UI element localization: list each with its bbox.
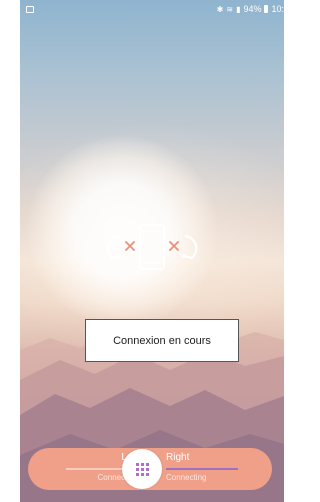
right-device-status: Connecting <box>166 473 207 482</box>
phone-icon <box>139 224 165 270</box>
status-bar: ✱ ≋ ▮ 94% 10: <box>20 0 284 18</box>
right-device-panel[interactable]: Right Connecting <box>166 452 256 486</box>
signal-icon: ▮ <box>236 4 241 14</box>
hearing-aid-left-icon <box>106 234 122 260</box>
app-screen: ✱ ≋ ▮ 94% 10: Connexion en cours Connect… <box>20 0 284 502</box>
notification-image-icon <box>26 5 34 13</box>
x-icon <box>125 241 135 251</box>
x-icon <box>169 241 179 251</box>
status-time: 10: <box>271 4 284 14</box>
right-track-fill <box>166 468 238 470</box>
toast-message: Connexion en cours <box>113 334 211 347</box>
menu-button[interactable] <box>122 449 162 489</box>
wifi-icon: ≋ <box>226 4 234 14</box>
connection-graphic <box>106 224 198 270</box>
battery-icon <box>264 5 269 13</box>
right-device-label: Right <box>166 452 190 463</box>
right-connection-track <box>166 468 238 470</box>
hearing-aid-right-icon <box>182 234 198 260</box>
connection-status-toast: Connexion en cours <box>85 319 239 362</box>
battery-percent: 94% <box>243 4 262 14</box>
grid-icon <box>135 462 149 476</box>
bluetooth-icon: ✱ <box>216 4 224 14</box>
